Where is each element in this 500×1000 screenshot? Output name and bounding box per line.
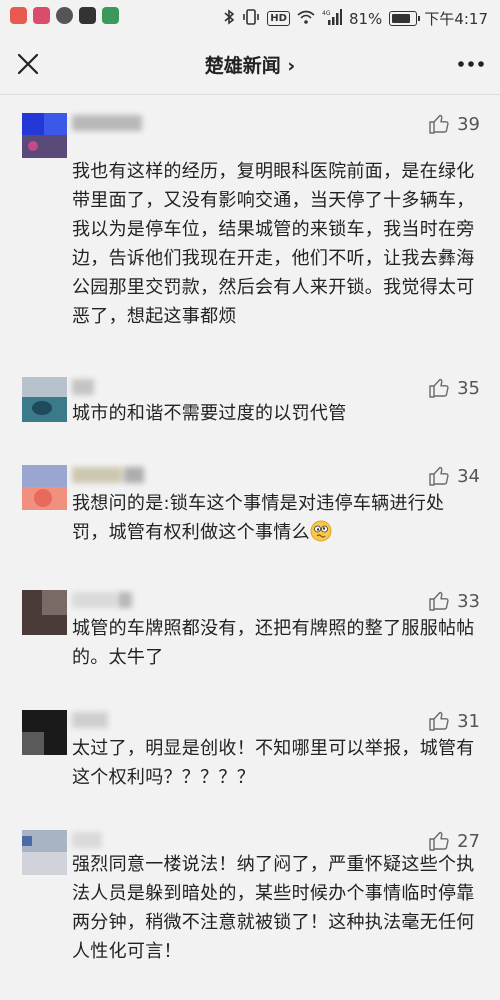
- battery-icon: [389, 11, 421, 26]
- thumbs-up-icon: [429, 114, 449, 134]
- bluetooth-icon: [223, 8, 235, 29]
- blurred-username: [72, 379, 96, 397]
- thumbs-up-icon: [429, 711, 449, 731]
- comment-text: 城管的车牌照都没有，还把有牌照的整了服服帖帖的。太牛了: [72, 618, 475, 668]
- avatar[interactable]: [22, 465, 67, 510]
- comment-text: 太过了，明显是创收！不知哪里可以举报，城管有这个权利吗？？？？？: [72, 738, 475, 788]
- like-count: 35: [457, 377, 480, 399]
- like-count: 31: [457, 710, 480, 732]
- clock: 下午4:17: [424, 10, 488, 28]
- hd-icon: HD: [267, 11, 290, 26]
- thumbs-up-icon: [429, 591, 449, 611]
- like-count: 33: [457, 590, 480, 612]
- status-bar: HD 4G 81% 下午4:17: [0, 0, 500, 34]
- notification-icons: [10, 7, 119, 24]
- signal-icon: 4G: [322, 8, 342, 29]
- avatar[interactable]: [22, 377, 67, 422]
- app-notification-icon: [102, 7, 119, 24]
- avatar[interactable]: [22, 590, 67, 635]
- avatar[interactable]: [22, 113, 67, 158]
- comment-text: 我也有这样的经历，复明眼科医院前面，是在绿化带里面了，又没有影响交通，当天停了十…: [72, 161, 475, 327]
- wifi-icon: [297, 10, 315, 28]
- blurred-username: [72, 832, 104, 850]
- page-title[interactable]: 楚雄新闻 ›: [0, 51, 500, 78]
- comment-text-content: 我想问的是:锁车这个事情是对违停车辆进行处罚，城管有权利做这个事情么: [72, 493, 445, 543]
- nav-header: 楚雄新闻 ›: [0, 34, 500, 95]
- comment-text: 强烈同意一楼说法！纳了闷了，严重怀疑这些个执法人员是躲到暗处的，某些时候办个事情…: [72, 854, 475, 962]
- app-notification-icon: [10, 7, 27, 24]
- more-dots-icon: [458, 61, 484, 67]
- blurred-username: [72, 467, 146, 485]
- like-button[interactable]: 35: [428, 377, 480, 399]
- vibrate-icon: [242, 8, 260, 29]
- thumbs-up-icon: [429, 378, 449, 398]
- blurred-username: [72, 592, 134, 610]
- comment-text: 我想问的是:锁车这个事情是对违停车辆进行处罚，城管有权利做这个事情么: [72, 489, 480, 547]
- comment-text: 城市的和谐不需要过度的以罚代管: [72, 403, 347, 424]
- blurred-username: [72, 712, 110, 730]
- like-button[interactable]: 27: [428, 830, 480, 852]
- like-count: 34: [457, 465, 480, 487]
- svg-text:4G: 4G: [322, 10, 331, 17]
- like-count: 39: [457, 113, 480, 135]
- app-notification-icon: [33, 7, 50, 24]
- blurred-username: [72, 115, 144, 133]
- thumbs-up-icon: [429, 466, 449, 486]
- app-notification-icon: [79, 7, 96, 24]
- like-button[interactable]: 39: [428, 113, 480, 135]
- avatar[interactable]: [22, 830, 67, 875]
- chat-notification-icon: [56, 7, 73, 24]
- more-button[interactable]: [456, 52, 486, 76]
- like-button[interactable]: 34: [428, 465, 480, 487]
- confused-emoji-icon: [310, 520, 332, 542]
- like-button[interactable]: 31: [428, 710, 480, 732]
- avatar[interactable]: [22, 710, 67, 755]
- like-button[interactable]: 33: [428, 590, 480, 612]
- thumbs-up-icon: [429, 831, 449, 851]
- battery-percent: 81%: [348, 9, 383, 28]
- like-count: 27: [457, 830, 480, 852]
